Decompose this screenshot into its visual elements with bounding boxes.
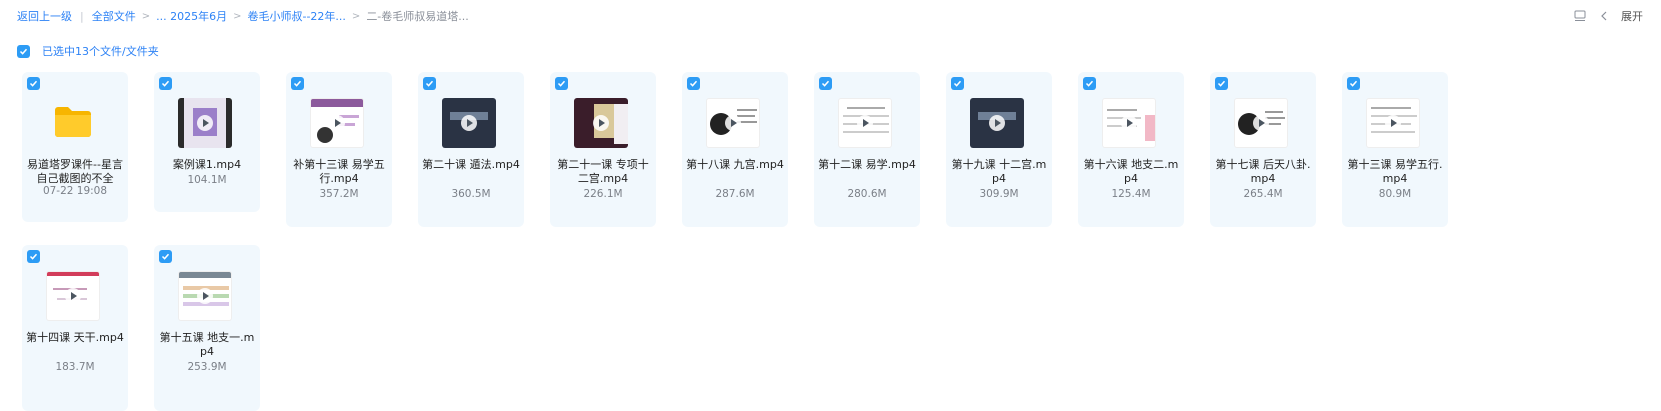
breadcrumb-current: 二-卷毛师叔易道塔... — [366, 10, 469, 23]
chevron-right-icon: > — [233, 10, 242, 22]
file-size: 280.6M — [847, 188, 887, 200]
chevron-right-icon: > — [141, 10, 151, 22]
breadcrumb-divider: | — [80, 9, 84, 23]
file-size: 226.1M — [583, 188, 623, 200]
breadcrumb-all-files[interactable]: 全部文件 — [92, 8, 136, 24]
expand-button[interactable]: 展开 — [1621, 8, 1643, 24]
thumbnail — [178, 98, 232, 148]
thumbnail — [1234, 98, 1288, 148]
file-card[interactable]: 案例课1.mp4 104.1M — [154, 72, 260, 212]
play-icon — [1253, 115, 1269, 131]
file-name: 第十二课 易学.mp4 — [818, 158, 916, 171]
file-name: 补第十三课 易学五行.mp4 — [293, 158, 385, 185]
file-checkbox[interactable] — [27, 250, 40, 263]
file-card[interactable]: 第十二课 易学.mp4 280.6M — [814, 72, 920, 227]
file-size: 253.9M — [187, 361, 227, 373]
play-icon — [725, 115, 741, 131]
folder-icon — [53, 104, 93, 142]
file-checkbox[interactable] — [819, 77, 832, 90]
file-name: 易道塔罗课件--星言自己截图的不全 — [27, 158, 123, 185]
file-name: 第十七课 后天八卦.mp4 — [1215, 158, 1311, 185]
file-size: 357.2M — [319, 188, 359, 200]
file-card[interactable]: 第二十课 遁法.mp4 360.5M — [418, 72, 524, 227]
file-card[interactable]: 第十九课 十二宫.mp4 309.9M — [946, 72, 1052, 227]
file-size: 265.4M — [1243, 188, 1283, 200]
file-size: 183.7M — [55, 361, 95, 373]
file-size: 360.5M — [451, 188, 491, 200]
file-card[interactable]: 第十五课 地支一.mp4 253.9M — [154, 245, 260, 411]
file-checkbox[interactable] — [27, 77, 40, 90]
play-icon — [1121, 115, 1137, 131]
file-checkbox[interactable] — [687, 77, 700, 90]
file-size: 80.9M — [1378, 188, 1412, 200]
file-size: 309.9M — [979, 188, 1019, 200]
right-tools: 展开 — [1573, 8, 1643, 24]
file-card[interactable]: 第十七课 后天八卦.mp4 265.4M — [1210, 72, 1316, 227]
list-view-icon[interactable] — [1573, 9, 1587, 23]
play-icon — [329, 115, 345, 131]
thumbnail — [970, 98, 1024, 148]
chevron-right-icon: > — [351, 10, 361, 22]
play-icon — [197, 288, 213, 304]
file-checkbox[interactable] — [1215, 77, 1228, 90]
file-card[interactable]: 第十四课 天干.mp4 183.7M — [22, 245, 128, 411]
thumbnail — [1102, 98, 1156, 148]
thumbnail — [1366, 98, 1420, 148]
file-name: 第十四课 天干.mp4 — [26, 331, 124, 344]
breadcrumb-path-1[interactable]: ... 2025年6月 — [156, 8, 227, 24]
top-bar: 返回上一级 | 全部文件 > ... 2025年6月 > 卷毛小师叔--22年.… — [0, 0, 1661, 30]
selection-bar: 已选中13个文件/文件夹 — [17, 43, 159, 59]
play-icon — [593, 115, 609, 131]
file-checkbox[interactable] — [291, 77, 304, 90]
file-checkbox[interactable] — [555, 77, 568, 90]
thumbnail — [46, 271, 100, 321]
selection-count: 已选中13个文件/文件夹 — [42, 45, 159, 58]
file-name: 第十三课 易学五行.mp4 — [1347, 158, 1443, 185]
file-checkbox[interactable] — [1083, 77, 1096, 90]
file-card[interactable]: 第十八课 九宫.mp4 287.6M — [682, 72, 788, 227]
breadcrumb-path-2[interactable]: 卷毛小师叔--22年... — [247, 8, 345, 24]
thumbnail — [706, 98, 760, 148]
file-card[interactable]: 易道塔罗课件--星言自己截图的不全 07-22 19:08 — [22, 72, 128, 222]
file-checkbox[interactable] — [159, 77, 172, 90]
file-checkbox[interactable] — [423, 77, 436, 90]
file-name: 第十六课 地支二.mp4 — [1083, 158, 1179, 185]
thumbnail — [838, 98, 892, 148]
file-name: 第二十一课 专项十二宫.mp4 — [557, 158, 649, 185]
thumbnail — [442, 98, 496, 148]
file-checkbox[interactable] — [1347, 77, 1360, 90]
play-icon — [197, 115, 213, 131]
play-icon — [857, 115, 873, 131]
play-icon — [461, 115, 477, 131]
file-card[interactable]: 第二十一课 专项十二宫.mp4 226.1M — [550, 72, 656, 227]
file-name: 第十九课 十二宫.mp4 — [951, 158, 1047, 185]
file-checkbox[interactable] — [951, 77, 964, 90]
file-card[interactable]: 补第十三课 易学五行.mp4 357.2M — [286, 72, 392, 227]
file-name: 第二十课 遁法.mp4 — [422, 158, 520, 171]
thumbnail — [178, 271, 232, 321]
thumbnail — [46, 98, 100, 148]
thumbnail — [310, 98, 364, 148]
file-card[interactable]: 第十三课 易学五行.mp4 80.9M — [1342, 72, 1448, 227]
breadcrumb: 返回上一级 | 全部文件 > ... 2025年6月 > 卷毛小师叔--22年.… — [17, 8, 469, 24]
back-link[interactable]: 返回上一级 — [17, 8, 72, 24]
play-icon — [1385, 115, 1401, 131]
select-all-checkbox[interactable] — [17, 44, 30, 58]
file-size: 125.4M — [1111, 188, 1151, 200]
file-size: 287.6M — [715, 188, 755, 200]
thumbnail — [574, 98, 628, 148]
file-name: 第十五课 地支一.mp4 — [159, 331, 255, 358]
file-name: 第十八课 九宫.mp4 — [686, 158, 784, 171]
file-date: 07-22 19:08 — [42, 185, 108, 197]
chevron-left-icon[interactable] — [1597, 9, 1611, 23]
file-size: 104.1M — [187, 174, 227, 186]
file-name: 案例课1.mp4 — [172, 158, 242, 171]
file-card[interactable]: 第十六课 地支二.mp4 125.4M — [1078, 72, 1184, 227]
file-checkbox[interactable] — [159, 250, 172, 263]
play-icon — [989, 115, 1005, 131]
play-icon — [65, 288, 81, 304]
